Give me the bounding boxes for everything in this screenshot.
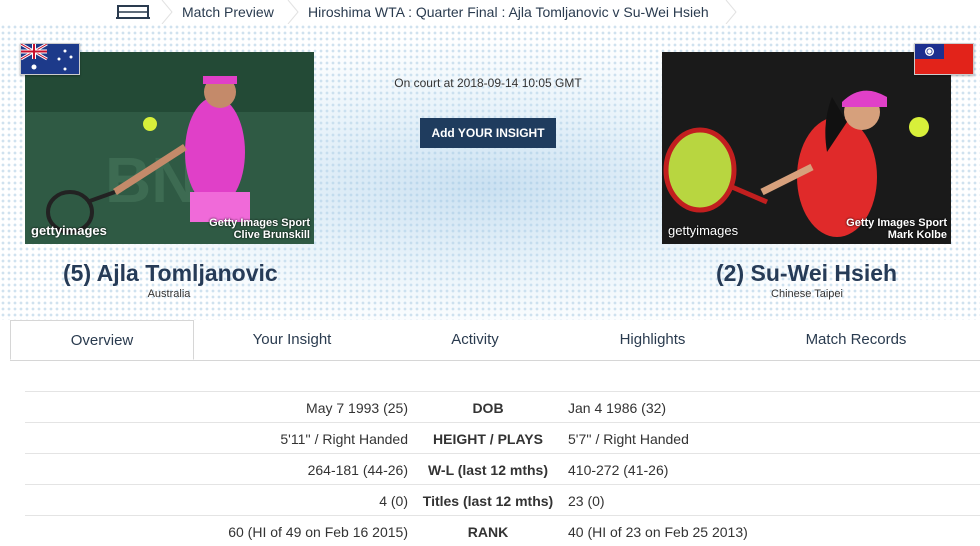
player1-titles: 4 (0) <box>379 493 408 509</box>
tab-overview[interactable]: Overview <box>10 320 194 360</box>
row-label: DOB <box>472 400 504 416</box>
tab-highlights[interactable]: Highlights <box>560 320 745 360</box>
court-time: On court at 2018-09-14 10:05 GMT <box>394 76 582 90</box>
getty-logo: gettyimages <box>668 223 739 238</box>
breadcrumb: Match Preview Hiroshima WTA : Quarter Fi… <box>0 0 980 24</box>
match-tabs: Overview Your Insight Activity Highlight… <box>10 320 980 361</box>
player1-height-plays: 5'11'' / Right Handed <box>280 431 408 447</box>
breadcrumb-separator-icon <box>725 0 737 24</box>
taiwan-flag-icon <box>914 43 974 75</box>
breadcrumb-separator-icon <box>161 0 173 24</box>
row-label: W-L (last 12 mths) <box>427 462 549 478</box>
player1-rank: 60 (HI of 49 on Feb 16 2015) <box>228 524 408 540</box>
getty-logo: gettyimages <box>31 223 107 238</box>
player2-photo-image <box>662 52 951 244</box>
breadcrumb-match-title: Hiroshima WTA : Quarter Final : Ajla Tom… <box>308 4 709 20</box>
tab-activity[interactable]: Activity <box>390 320 560 360</box>
table-row: May 7 1993 (25) DOB Jan 4 1986 (32) <box>25 391 980 422</box>
table-row: 60 (HI of 49 on Feb 16 2015) RANK 40 (HI… <box>25 515 980 546</box>
player1-name[interactable]: (5) Ajla Tomljanovic <box>63 260 278 287</box>
player2-win-loss: 410-272 (41-26) <box>568 462 669 478</box>
player2-height-plays: 5'7'' / Right Handed <box>568 431 689 447</box>
tab-your-insight[interactable]: Your Insight <box>194 320 390 360</box>
table-row: 5'11'' / Right Handed HEIGHT / PLAYS 5'7… <box>25 422 980 453</box>
tennis-court-icon[interactable] <box>116 3 150 21</box>
player2-rank: 40 (HI of 23 on Feb 25 2013) <box>568 524 748 540</box>
player1-win-loss: 264-181 (44-26) <box>307 462 408 478</box>
table-row: 4 (0) Titles (last 12 mths) 23 (0) <box>25 484 980 515</box>
player1-country: Australia <box>147 288 191 300</box>
player2-titles: 23 (0) <box>568 493 605 509</box>
player1-photo[interactable]: BNP gettyimages Getty Images Sport Clive… <box>25 52 314 244</box>
player2-photo[interactable]: gettyimages Getty Images Sport Mark Kolb… <box>662 52 951 244</box>
breadcrumb-separator-icon <box>287 0 299 24</box>
player1-photo-image: BNP <box>25 52 314 244</box>
table-row: 264-181 (44-26) W-L (last 12 mths) 410-2… <box>25 453 980 484</box>
row-label: RANK <box>467 524 509 540</box>
match-hero: BNP gettyimages Getty Images Sport Clive… <box>0 24 980 320</box>
player2-dob: Jan 4 1986 (32) <box>568 400 667 416</box>
australia-flag-icon <box>20 43 80 75</box>
row-label: Titles (last 12 mths) <box>422 493 554 509</box>
player1-photo-credit: Getty Images Sport Clive Brunskill <box>209 217 310 241</box>
tab-match-records[interactable]: Match Records <box>745 320 967 360</box>
breadcrumb-match-preview[interactable]: Match Preview <box>182 4 274 20</box>
row-label: HEIGHT / PLAYS <box>433 431 543 447</box>
add-insight-button[interactable]: Add YOUR INSIGHT <box>420 118 556 148</box>
player2-photo-credit: Getty Images Sport Mark Kolbe <box>846 217 947 241</box>
player1-dob: May 7 1993 (25) <box>306 400 408 416</box>
comparison-table: May 7 1993 (25) DOB Jan 4 1986 (32) 5'11… <box>25 391 980 546</box>
player2-country: Chinese Taipei <box>771 288 843 300</box>
player2-name[interactable]: (2) Su-Wei Hsieh <box>716 260 897 287</box>
